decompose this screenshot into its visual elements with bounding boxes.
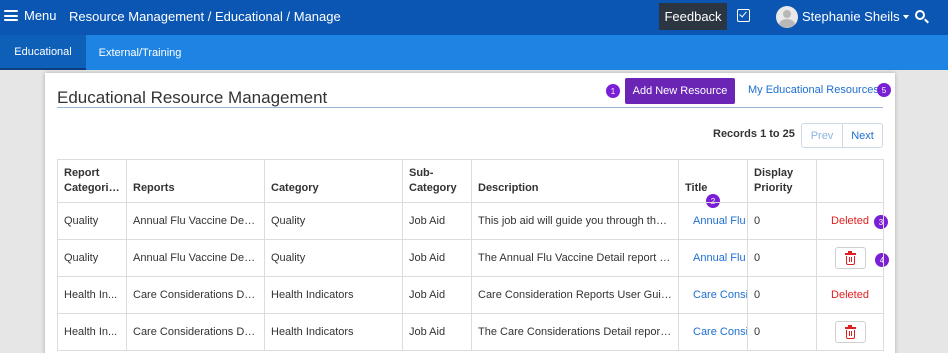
delete-button[interactable] [834,247,866,269]
col-actions [816,159,884,203]
cell-description: Care Consideration Reports User Guide [471,276,679,314]
cell-category: Health Indicators [264,313,403,351]
cell-report: Annual Flu Vaccine Detail [126,202,265,240]
cell-sub-category: Job Aid [402,276,472,314]
title-link[interactable]: Care Consi [678,276,748,314]
cell-priority: 0 [747,239,817,277]
avatar[interactable] [776,6,798,28]
user-menu[interactable]: Stephanie Sheils [802,9,909,24]
feedback-button[interactable]: Feedback [659,3,727,30]
cell-sub-category: Job Aid [402,313,472,351]
search-icon[interactable] [915,10,925,20]
col-description[interactable]: Description [471,159,679,203]
deleted-status: Deleted [831,289,869,301]
cell-action: Deleted [816,202,884,240]
cell-category: Quality [264,202,403,240]
col-display-priority[interactable]: Display Priority [747,159,817,203]
prev-button[interactable]: Prev [802,124,843,147]
delete-button[interactable] [834,321,866,343]
col-sub-category[interactable]: Sub-Category [402,159,472,203]
table-row: Health In... Care Considerations De... H… [57,313,884,351]
cell-report: Annual Flu Vaccine Detail [126,239,265,277]
cell-report-category: Quality [57,239,127,277]
breadcrumb: Resource Management / Educational / Mana… [69,9,341,24]
cell-description: The Annual Flu Vaccine Detail report pr.… [471,239,679,277]
hamburger-icon [4,10,18,21]
cell-report: Care Considerations De... [126,276,265,314]
menu-button[interactable]: Menu [4,8,57,23]
tab-bar: Educational External/Training [0,35,948,70]
cell-description: The Care Considerations Detail report ..… [471,313,679,351]
pagination: Prev Next [801,123,883,148]
resource-panel: Educational Resource Management 1 Add Ne… [45,73,895,353]
resources-table: Report Categories Reports Category Sub-C… [57,159,884,351]
user-name: Stephanie Sheils [802,9,900,24]
cell-description: This job aid will guide you through the … [471,202,679,240]
cell-priority: 0 [747,202,817,240]
table-row: Quality Annual Flu Vaccine Detail Qualit… [57,239,884,277]
table-row: Health In... Care Considerations De... H… [57,276,884,314]
step-badge-1: 1 [606,84,620,98]
cell-priority: 0 [747,276,817,314]
next-button[interactable]: Next [843,124,882,147]
page-title: Educational Resource Management [57,88,328,107]
col-reports[interactable]: Reports [126,159,265,203]
tab-educational[interactable]: Educational [0,35,86,70]
records-count: Records 1 to 25 [713,128,795,140]
cell-report: Care Considerations De... [126,313,265,351]
top-nav-bar: Menu Resource Management / Educational /… [0,0,948,35]
cell-category: Health Indicators [264,276,403,314]
my-educational-resources-link[interactable]: My Educational Resources [748,84,879,96]
cell-action [816,313,884,351]
cell-report-category: Health In... [57,276,127,314]
trash-icon [844,324,856,339]
title-link[interactable]: Annual Flu [678,202,748,240]
menu-label: Menu [24,8,57,23]
chevron-down-icon [902,14,909,19]
cell-report-category: Quality [57,202,127,240]
col-category[interactable]: Category [264,159,403,203]
title-link[interactable]: Care Consi [678,313,748,351]
cell-priority: 0 [747,313,817,351]
table-header-row: Report Categories Reports Category Sub-C… [57,159,884,203]
title-link[interactable]: Annual Flu [678,239,748,277]
cell-category: Quality [264,239,403,277]
tab-external-training[interactable]: External/Training [86,35,194,70]
cell-sub-category: Job Aid [402,202,472,240]
add-new-resource-button[interactable]: Add New Resource [625,78,735,104]
cell-report-category: Health In... [57,313,127,351]
title-divider [57,107,883,108]
deleted-status: Deleted [831,215,869,227]
checkbox-icon[interactable] [737,9,750,22]
cell-action [816,239,884,277]
step-badge-5: 5 [877,83,891,97]
cell-action: Deleted [816,276,884,314]
table-row: Quality Annual Flu Vaccine Detail Qualit… [57,202,884,240]
cell-sub-category: Job Aid [402,239,472,277]
col-report-categories[interactable]: Report Categories [57,159,127,203]
col-title[interactable]: Title [678,159,748,203]
trash-icon [844,250,856,265]
